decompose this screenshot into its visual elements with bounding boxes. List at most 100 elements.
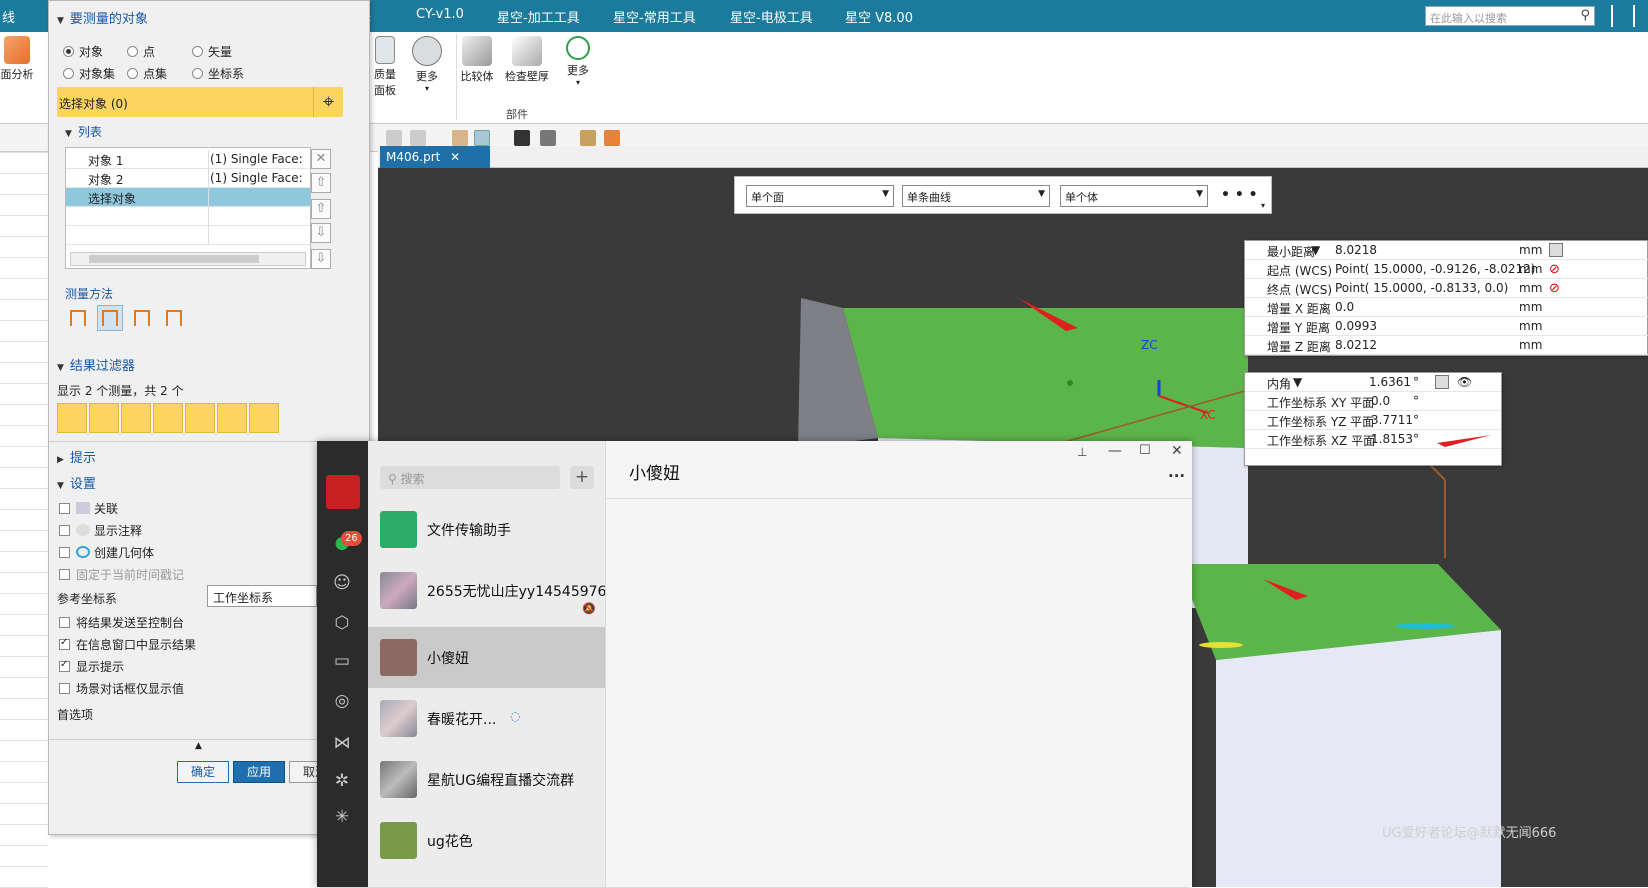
- chat-search-input[interactable]: ⚲ 搜索: [380, 466, 560, 489]
- channels-icon[interactable]: ⋈: [332, 733, 352, 753]
- mini-program-icon[interactable]: ✳: [332, 807, 352, 827]
- menu-item-version[interactable]: 星空 V8.00: [845, 7, 913, 26]
- face-rule-select[interactable]: 单个面 ▼: [746, 185, 894, 207]
- menu-item-cy[interactable]: CY-v1.0: [416, 7, 464, 22]
- crosshair-icon[interactable]: ⌖: [313, 87, 343, 117]
- radio-point[interactable]: 点: [127, 43, 155, 60]
- menu-item-machining-tools[interactable]: 星空-加工工具: [497, 7, 580, 26]
- horizontal-scrollbar[interactable]: [70, 252, 306, 266]
- close-icon[interactable]: ✕: [450, 150, 460, 164]
- select-objects-bar[interactable]: 选择对象 (0): [57, 87, 343, 117]
- filter-length-icon[interactable]: [217, 403, 247, 433]
- move-bottom-icon[interactable]: ⇩: [311, 249, 331, 269]
- more-button-1[interactable]: 更多 ▾: [410, 36, 444, 93]
- section-hint[interactable]: ▶ 提示: [57, 447, 96, 466]
- cube-icon[interactable]: ⬡: [332, 613, 352, 633]
- pin-icon[interactable]: ⊥: [1077, 445, 1087, 459]
- chevron-down-icon[interactable]: ▾: [1261, 201, 1265, 210]
- result-row-xy-plane[interactable]: 工作坐标系 XY 平面 0.0 °: [1245, 392, 1501, 411]
- list-item[interactable]: 对象 1 (1) Single Face:: [66, 150, 310, 169]
- result-row-start-point[interactable]: 起点 (WCS) Point( 15.0000, -0.9126, -8.021…: [1245, 260, 1648, 279]
- chat-item[interactable]: 2655无忧山庄yy14545976... 🔕: [368, 560, 620, 621]
- minimize-icon[interactable]: —: [1108, 443, 1122, 459]
- list-item-selected[interactable]: 选择对象: [66, 188, 310, 207]
- checkbox-send-console[interactable]: 将结果发送至控制台: [59, 614, 184, 631]
- result-row-inner-angle[interactable]: 内角 ▼ 1.6361 ° 👁: [1245, 373, 1501, 392]
- result-row-delta-y[interactable]: 增量 Y 距离 0.0993 mm: [1245, 317, 1648, 336]
- move-up-icon[interactable]: ⇧: [311, 199, 331, 219]
- filter-vector-icon[interactable]: [121, 403, 151, 433]
- close-icon[interactable]: ✕: [1171, 443, 1183, 459]
- compare-body-button[interactable]: 比较体: [456, 36, 498, 84]
- no-entry-icon[interactable]: ⊘: [1549, 281, 1560, 296]
- shaded-icon[interactable]: [452, 130, 468, 146]
- section-list[interactable]: ▼ 列表: [65, 123, 102, 140]
- filter-settings-icon[interactable]: [249, 403, 279, 433]
- result-row-delta-z[interactable]: 增量 Z 距离 8.0212 mm: [1245, 336, 1648, 355]
- view-icon-1[interactable]: [386, 130, 402, 146]
- edit-object-icon[interactable]: [604, 130, 620, 146]
- move-top-icon[interactable]: ⇧: [311, 173, 331, 193]
- menu-item-cut[interactable]: 线: [2, 7, 15, 26]
- radio-csys[interactable]: 坐标系: [192, 65, 244, 82]
- filter-angle-icon[interactable]: [89, 403, 119, 433]
- apply-button[interactable]: 应用: [233, 761, 285, 783]
- result-row-end-point[interactable]: 终点 (WCS) Point( 15.0000, -0.8133, 0.0) m…: [1245, 279, 1648, 298]
- collapse-icon[interactable]: ▲: [195, 741, 202, 751]
- view-icon-2[interactable]: [410, 130, 426, 146]
- face-analysis-button[interactable]: 面分析: [0, 36, 34, 82]
- chat-item[interactable]: 文件传输助手: [368, 499, 605, 560]
- chat-item[interactable]: ug花色: [368, 810, 605, 871]
- eye-icon[interactable]: 👁: [1457, 375, 1472, 389]
- radio-vector[interactable]: 矢量: [192, 43, 232, 60]
- filter-distance-icon[interactable]: [57, 403, 87, 433]
- result-row-yz-plane[interactable]: 工作坐标系 YZ 平面 3.7711 °: [1245, 411, 1501, 430]
- chat-item[interactable]: 春暖花开... ◌: [368, 688, 605, 749]
- radio-point-set[interactable]: 点集: [127, 65, 167, 82]
- method-distance-icon[interactable]: [65, 305, 91, 331]
- more-options-icon[interactable]: • • •: [1221, 187, 1258, 203]
- no-entry-icon[interactable]: ⊘: [1549, 262, 1560, 277]
- method-projected-distance-icon[interactable]: [97, 305, 123, 331]
- preferences-label[interactable]: 首选项: [57, 706, 93, 723]
- scrollbar-thumb[interactable]: [89, 255, 259, 263]
- window-frame-icon[interactable]: [1611, 5, 1635, 27]
- chat-item-selected[interactable]: 小傻妞: [368, 627, 605, 688]
- avatar[interactable]: [326, 475, 360, 509]
- background-icon[interactable]: [514, 130, 530, 146]
- section-results-filter[interactable]: ▼ 结果过滤器: [57, 355, 135, 374]
- section-settings[interactable]: ▼ 设置: [57, 473, 96, 492]
- search-network-icon[interactable]: ✲: [332, 771, 352, 791]
- tab-document[interactable]: M406.prt ✕: [380, 146, 490, 168]
- method-length-icon[interactable]: [161, 305, 187, 331]
- body-rule-select[interactable]: 单个体 ▼: [1060, 185, 1208, 207]
- menu-item-electrode-tools[interactable]: 星空-电极工具: [730, 7, 813, 26]
- remove-icon[interactable]: ✕: [311, 149, 331, 169]
- search-icon[interactable]: ⚲: [1580, 8, 1590, 23]
- radio-object[interactable]: 对象: [63, 43, 103, 60]
- filter-area-icon[interactable]: [153, 403, 183, 433]
- checkbox-scene-values-only[interactable]: 场景对话框仅显示值: [59, 680, 184, 697]
- contacts-icon[interactable]: ☺: [332, 573, 352, 593]
- wireframe-icon[interactable]: [474, 130, 490, 146]
- ok-button[interactable]: 确定: [177, 761, 229, 783]
- mass-panel-button[interactable]: 质量 面板: [370, 36, 400, 98]
- checkbox-show-info-window[interactable]: 在信息窗口中显示结果: [59, 636, 196, 653]
- command-search-input[interactable]: 在此输入以搜索 ⚲: [1425, 6, 1595, 26]
- check-thickness-button[interactable]: 检查壁厚: [500, 36, 554, 84]
- list-item[interactable]: 对象 2 (1) Single Face:: [66, 169, 310, 188]
- ref-csys-select[interactable]: 工作坐标系: [207, 585, 317, 607]
- brush-icon[interactable]: [580, 130, 596, 146]
- moments-icon[interactable]: ◎: [332, 691, 352, 711]
- move-down-icon[interactable]: ⇩: [311, 223, 331, 243]
- chat-item[interactable]: 星航UG编程直播交流群: [368, 749, 605, 810]
- section-objects-to-measure[interactable]: ▼ 要测量的对象: [57, 8, 148, 27]
- checkbox-show-annotation[interactable]: 显示注释: [59, 522, 142, 539]
- checkbox-show-hint[interactable]: 显示提示: [59, 658, 124, 675]
- method-screen-distance-icon[interactable]: [129, 305, 155, 331]
- copy-icon[interactable]: [1549, 243, 1563, 257]
- folder-icon[interactable]: ▭: [332, 651, 352, 671]
- result-row-min-distance[interactable]: 最小距离 ▼ 8.0218 mm: [1245, 241, 1648, 260]
- maximize-icon[interactable]: ☐: [1139, 443, 1151, 458]
- layer-icon[interactable]: [540, 130, 556, 146]
